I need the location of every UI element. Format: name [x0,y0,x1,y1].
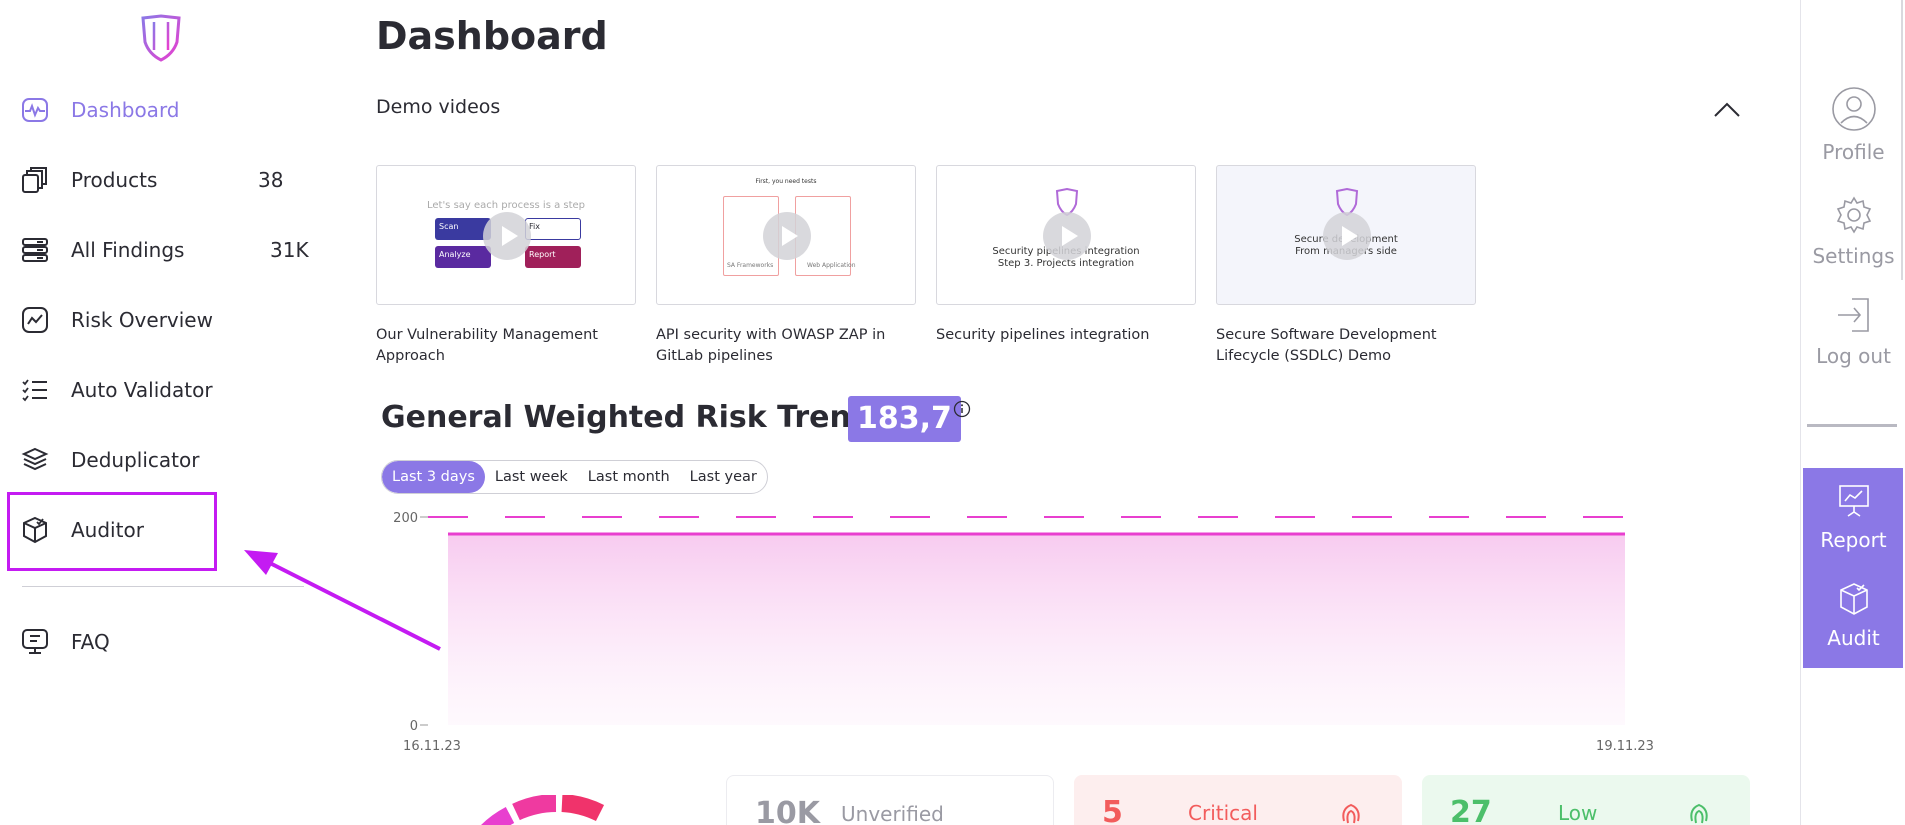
sidebar-item-label: FAQ [71,630,110,654]
sidebar-item-auto-validator[interactable]: Auto Validator [20,367,300,413]
sidebar-item-dashboard[interactable]: Dashboard [20,87,300,133]
stat-card-low[interactable]: 27 Low [1422,775,1750,825]
audit-label: Audit [1827,626,1880,650]
fingerprint-icon [1342,803,1360,824]
stat-label: Unverified [841,802,944,825]
checklist-icon [20,375,50,405]
sidebar-item-deduplicator[interactable]: Deduplicator [20,437,300,483]
thumb-caption: First, you need tests [755,178,817,185]
stat-card-critical[interactable]: 5 Critical [1074,775,1402,825]
sidebar-item-label: Risk Overview [71,308,213,332]
findings-count: 31K [270,238,309,262]
thumb-caption: Let's say each process is a step [426,200,586,211]
settings-label: Settings [1812,244,1895,268]
thumb-caption: Report [529,250,556,259]
sidebar-item-products[interactable]: Products 38 [20,157,300,203]
presentation-chart-icon [1831,478,1877,524]
server-icon [20,235,50,265]
profile-button[interactable]: Profile [1801,86,1905,164]
sidebar-item-label: Products [71,168,158,192]
sidebar-item-risk-overview[interactable]: Risk Overview [20,297,300,343]
demo-videos-title: Demo videos [376,96,501,118]
thumb-caption: Scan [439,222,459,231]
thumb-caption: SA Frameworks [727,262,774,269]
y-tick-label: 200 [393,511,418,526]
play-icon[interactable] [763,212,811,260]
sidebar-item-label: Auto Validator [71,378,213,402]
sidebar-item-label: Deduplicator [71,448,200,472]
thumb-caption: Web Application [807,262,856,269]
y-tick-label: 0 [410,719,418,734]
trend-title: General Weighted Risk Trend: [381,400,885,435]
risk-trend-chart: 0 200 16.11.23 19.11.23 [393,511,1654,754]
stat-value: 27 [1450,795,1492,825]
play-icon[interactable] [483,212,531,260]
video-card[interactable]: Security pipelines integration Step 3. P… [936,165,1196,346]
right-panel: Profile Settings Log out Report Audit [1800,0,1905,825]
video-title[interactable]: Our Vulnerability Management Approach [376,325,636,367]
cube-check-icon [1831,576,1877,622]
time-range-tabs: Last 3 days Last week Last month Last ye… [381,460,768,494]
info-icon[interactable] [953,400,971,418]
video-thumbnail[interactable]: Let's say each process is a step Scan Fi… [376,165,636,305]
thumb-caption: Analyze [439,250,471,259]
video-thumbnail[interactable]: First, you need tests SA Frameworks Web … [656,165,916,305]
logout-icon [1831,292,1877,338]
logout-button[interactable]: Log out [1801,292,1905,368]
stat-value: 5 [1102,795,1123,825]
x-tick-label: 16.11.23 [403,739,461,754]
video-title[interactable]: Security pipelines integration [936,325,1196,346]
right-panel-divider [1807,424,1897,427]
stack-icon [20,165,50,195]
video-title[interactable]: Secure Software Development Lifecycle (S… [1216,325,1476,367]
logout-label: Log out [1816,344,1891,368]
play-icon[interactable] [1323,212,1371,260]
video-card[interactable]: First, you need tests SA Frameworks Web … [656,165,916,367]
products-count: 38 [258,168,284,192]
gear-icon [1831,192,1877,238]
risk-donut-chart [481,795,605,825]
stat-value: 10K [755,796,820,825]
layers-icon [20,445,50,475]
range-tab-last-year[interactable]: Last year [680,461,767,493]
user-circle-icon [1831,86,1877,132]
monitor-chat-icon [20,627,50,657]
video-thumbnail[interactable]: Secure development From managers side [1216,165,1476,305]
video-card[interactable]: Let's say each process is a step Scan Fi… [376,165,636,367]
stat-label: Critical [1188,801,1258,825]
sidebar-item-label: Dashboard [71,98,180,122]
scrollbar[interactable] [1901,0,1903,280]
video-title[interactable]: API security with OWASP ZAP in GitLab pi… [656,325,916,367]
stat-card-unverified[interactable]: 10K Unverified [726,775,1054,825]
trend-icon [20,305,50,335]
trend-value-badge: 183,7 [848,396,961,442]
play-icon[interactable] [1043,212,1091,260]
range-tab-last-month[interactable]: Last month [578,461,680,493]
chevron-up-icon[interactable] [1710,96,1744,122]
video-card[interactable]: Secure development From managers side Se… [1216,165,1476,367]
sidebar-item-label: All Findings [71,238,185,262]
report-button[interactable]: Report [1801,478,1905,552]
page-title: Dashboard [376,14,608,58]
thumb-caption: Fix [529,222,540,231]
shield-logo-icon[interactable] [140,14,182,62]
report-label: Report [1820,528,1887,552]
auditor-highlight-box [7,492,217,571]
audit-button[interactable]: Audit [1801,576,1905,650]
settings-button[interactable]: Settings [1801,192,1905,268]
fingerprint-icon [1690,803,1708,824]
video-thumbnail[interactable]: Security pipelines integration Step 3. P… [936,165,1196,305]
range-tab-last-3-days[interactable]: Last 3 days [382,461,485,493]
pulse-icon [20,95,50,125]
x-tick-label: 19.11.23 [1596,739,1654,754]
sidebar-item-all-findings[interactable]: All Findings 31K [20,227,309,273]
sidebar: Dashboard Products 38 All Findings 31K R… [0,0,310,825]
action-panel: Report Audit [1803,468,1903,668]
range-tab-last-week[interactable]: Last week [485,461,578,493]
profile-label: Profile [1822,140,1885,164]
stat-label: Low [1558,801,1598,825]
trend-area [448,533,1625,725]
